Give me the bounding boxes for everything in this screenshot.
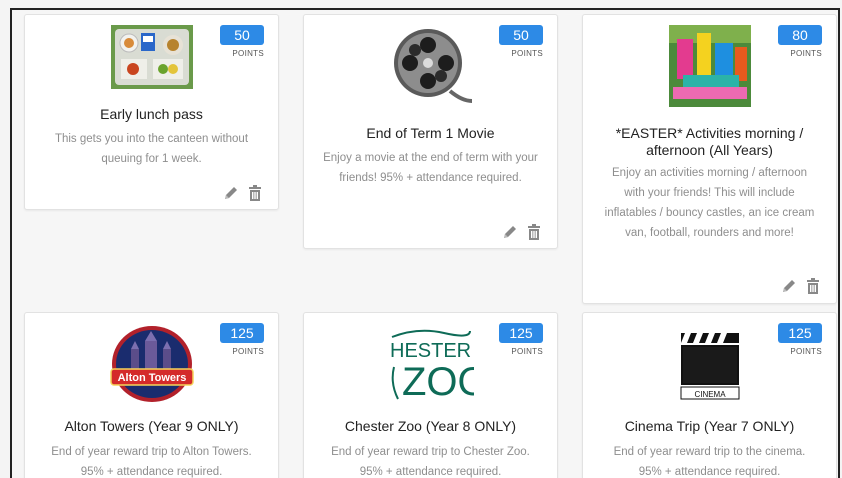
points-label: POINTS [790, 49, 822, 58]
card-actions [780, 277, 822, 295]
points-badge: 50 [220, 25, 264, 45]
trash-icon[interactable] [804, 277, 822, 295]
clapperboard-image: CINEMA [674, 327, 745, 403]
reward-card: 50 POINTS Early lunch pass This gets you… [24, 14, 279, 210]
points-label: POINTS [232, 347, 264, 356]
card-actions [222, 184, 264, 202]
alton-towers-logo: Alton Towers [109, 323, 195, 405]
film-reel-image [389, 25, 472, 107]
points-label: POINTS [232, 49, 264, 58]
reward-card: 125 POINTS Alton Towers Alton Towers (Ye… [24, 312, 279, 478]
pencil-icon[interactable] [501, 223, 519, 241]
reward-description: This gets you into the canteen without q… [54, 133, 249, 165]
points-badge: 80 [778, 25, 822, 45]
reward-title: *EASTER* Activities morning / afternoon … [615, 125, 804, 158]
pencil-icon[interactable] [780, 277, 798, 295]
card-actions [501, 223, 543, 241]
trash-icon[interactable] [525, 223, 543, 241]
reward-description: Enjoy a movie at the end of term with yo… [323, 152, 538, 184]
points-label: POINTS [790, 347, 822, 356]
reward-card: 125 POINTS CINEMA Cinema Trip (Year 7 ON… [582, 312, 837, 478]
reward-description: End of year reward trip to Alton Towers.… [51, 446, 252, 478]
reward-card: 50 POINTS End of Term 1 Movie Enjoy a mo… [303, 14, 558, 249]
svg-text:ZOO: ZOO [402, 360, 474, 404]
reward-title: End of Term 1 Movie [366, 125, 495, 141]
rewards-grid: 50 POINTS Early lunch pass This gets you… [10, 8, 840, 478]
svg-text:HESTER: HESTER [390, 340, 471, 362]
logo-text: CINEMA [694, 390, 726, 399]
points-label: POINTS [511, 347, 543, 356]
reward-title: Early lunch pass [100, 106, 203, 122]
points-badge: 50 [499, 25, 543, 45]
chester-zoo-logo: HESTER ZOO [387, 323, 474, 405]
reward-description: Enjoy an activities morning / afternoon … [604, 167, 815, 239]
points-label: POINTS [511, 49, 543, 58]
reward-description: End of year reward trip to the cinema. 9… [613, 446, 806, 478]
reward-card: 80 POINTS *EASTER* Activities morning / … [582, 14, 837, 304]
reward-title: Alton Towers (Year 9 ONLY) [64, 418, 239, 434]
points-badge: 125 [499, 323, 543, 343]
logo-text: Alton Towers [117, 372, 186, 384]
trash-icon[interactable] [246, 184, 264, 202]
reward-card: 125 POINTS HESTER ZOO Chester Zoo (Year … [303, 312, 558, 478]
pencil-icon[interactable] [222, 184, 240, 202]
reward-title: Cinema Trip (Year 7 ONLY) [624, 418, 795, 434]
reward-title: Chester Zoo (Year 8 ONLY) [344, 418, 517, 434]
points-badge: 125 [778, 323, 822, 343]
points-badge: 125 [220, 323, 264, 343]
reward-description: End of year reward trip to Chester Zoo. … [331, 446, 530, 478]
lunch-tray-image [110, 25, 193, 89]
inflatables-image [668, 25, 751, 107]
